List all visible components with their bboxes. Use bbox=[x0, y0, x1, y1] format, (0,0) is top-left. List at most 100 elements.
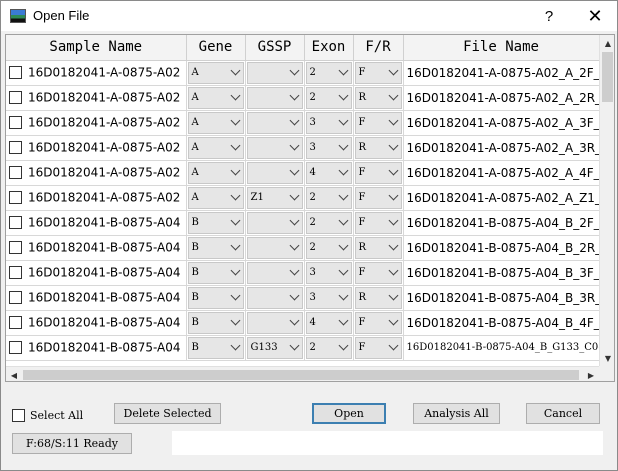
gssp-dropdown[interactable] bbox=[246, 261, 303, 284]
chevron-down-icon[interactable] bbox=[388, 265, 398, 275]
row-select-checkbox[interactable] bbox=[9, 291, 22, 305]
row-select-checkbox[interactable] bbox=[9, 116, 22, 130]
chevron-down-icon[interactable] bbox=[388, 340, 398, 350]
exon-dropdown[interactable]: 2 bbox=[305, 61, 352, 84]
status-button[interactable]: F:68/S:11 Ready bbox=[12, 433, 132, 454]
table-row[interactable]: 16D0182041-A-0875-A02 A 3 F 16D0182041-A-087… bbox=[6, 110, 600, 136]
chevron-down-icon[interactable] bbox=[230, 115, 240, 125]
file-name-cell[interactable]: 16D0182041-B-0875-A04_B_G133_C08 bbox=[403, 335, 600, 361]
scroll-right-icon[interactable]: ▶ bbox=[583, 367, 599, 381]
row-select-checkbox[interactable] bbox=[9, 216, 22, 230]
chevron-down-icon[interactable] bbox=[338, 165, 348, 175]
analysis-all-button[interactable]: Analysis All bbox=[413, 403, 500, 424]
chevron-down-icon[interactable] bbox=[289, 165, 299, 175]
file-name-cell[interactable]: 16D0182041-B-0875-A04_B_2F_A bbox=[403, 210, 600, 236]
chevron-down-icon[interactable] bbox=[338, 290, 348, 300]
table-row[interactable]: 16D0182041-A-0875-A02 A 2 F 16D0182041-A-087… bbox=[6, 60, 600, 86]
gene-dropdown[interactable]: A bbox=[187, 186, 244, 209]
chevron-down-icon[interactable] bbox=[289, 90, 299, 100]
exon-dropdown[interactable]: 3 bbox=[305, 261, 352, 284]
chevron-down-icon[interactable] bbox=[289, 265, 299, 275]
exon-dropdown[interactable]: 4 bbox=[305, 161, 352, 184]
column-header-fr[interactable]: F/R bbox=[353, 35, 404, 61]
gssp-dropdown[interactable] bbox=[246, 61, 303, 84]
table-row[interactable]: 16D0182041-B-0875-A04 B G133 2 F 16D0182041-B… bbox=[6, 335, 600, 361]
exon-dropdown[interactable]: 2 bbox=[305, 236, 352, 259]
file-name-cell[interactable]: 16D0182041-B-0875-A04_B_3R_A bbox=[403, 285, 600, 311]
gssp-dropdown[interactable] bbox=[246, 311, 303, 334]
fr-dropdown[interactable]: F bbox=[354, 161, 402, 184]
gene-dropdown[interactable]: A bbox=[187, 161, 244, 184]
fr-dropdown[interactable]: F bbox=[354, 261, 402, 284]
chevron-down-icon[interactable] bbox=[230, 65, 240, 75]
chevron-down-icon[interactable] bbox=[388, 90, 398, 100]
gene-dropdown[interactable]: B bbox=[187, 211, 244, 234]
chevron-down-icon[interactable] bbox=[230, 315, 240, 325]
chevron-down-icon[interactable] bbox=[289, 315, 299, 325]
chevron-down-icon[interactable] bbox=[388, 165, 398, 175]
scroll-down-icon[interactable]: ▼ bbox=[600, 350, 614, 366]
gene-dropdown[interactable]: B bbox=[187, 261, 244, 284]
gene-dropdown[interactable]: A bbox=[187, 136, 244, 159]
delete-selected-button[interactable]: Delete Selected bbox=[114, 403, 221, 424]
gssp-dropdown[interactable] bbox=[246, 211, 303, 234]
vertical-scroll-thumb[interactable] bbox=[602, 52, 613, 102]
file-name-cell[interactable]: 16D0182041-B-0875-A04_B_2R_A bbox=[403, 235, 600, 261]
gene-dropdown[interactable]: A bbox=[187, 86, 244, 109]
help-button[interactable]: ? bbox=[529, 1, 569, 31]
fr-dropdown[interactable]: F bbox=[354, 311, 402, 334]
row-select-checkbox[interactable] bbox=[9, 341, 22, 355]
chevron-down-icon[interactable] bbox=[338, 115, 348, 125]
gssp-dropdown[interactable] bbox=[246, 86, 303, 109]
gssp-dropdown[interactable] bbox=[246, 136, 303, 159]
chevron-down-icon[interactable] bbox=[338, 215, 348, 225]
row-select-checkbox[interactable] bbox=[9, 166, 22, 180]
row-select-checkbox[interactable] bbox=[9, 91, 22, 105]
table-row[interactable]: 16D0182041-A-0875-A02 A 3 R 16D0182041-A-087… bbox=[6, 135, 600, 161]
horizontal-scroll-thumb[interactable] bbox=[23, 370, 579, 380]
table-row[interactable]: 16D0182041-A-0875-A02 A 4 F 16D0182041-A-087… bbox=[6, 160, 600, 186]
column-header-sample-name[interactable]: Sample Name bbox=[6, 35, 187, 61]
row-select-checkbox[interactable] bbox=[9, 241, 22, 255]
scroll-up-icon[interactable]: ▲ bbox=[600, 35, 614, 51]
fr-dropdown[interactable]: F bbox=[354, 336, 402, 359]
exon-dropdown[interactable]: 3 bbox=[305, 111, 352, 134]
file-name-cell[interactable]: 16D0182041-A-0875-A02_A_2R_A bbox=[403, 85, 600, 111]
exon-dropdown[interactable]: 2 bbox=[305, 211, 352, 234]
chevron-down-icon[interactable] bbox=[230, 215, 240, 225]
exon-dropdown[interactable]: 2 bbox=[305, 336, 352, 359]
chevron-down-icon[interactable] bbox=[338, 240, 348, 250]
scroll-left-icon[interactable]: ◀ bbox=[6, 367, 22, 381]
gssp-dropdown[interactable] bbox=[246, 161, 303, 184]
column-header-gssp[interactable]: GSSP bbox=[245, 35, 305, 61]
chevron-down-icon[interactable] bbox=[230, 140, 240, 150]
exon-dropdown[interactable]: 3 bbox=[305, 136, 352, 159]
table-row[interactable]: 16D0182041-B-0875-A04 B 2 F 16D0182041-B-087… bbox=[6, 210, 600, 236]
row-select-checkbox[interactable] bbox=[9, 266, 22, 280]
chevron-down-icon[interactable] bbox=[388, 65, 398, 75]
select-all-checkbox[interactable]: Select All bbox=[12, 407, 83, 423]
chevron-down-icon[interactable] bbox=[230, 265, 240, 275]
chevron-down-icon[interactable] bbox=[388, 315, 398, 325]
vertical-scrollbar[interactable]: ▲ ▼ bbox=[599, 35, 614, 366]
chevron-down-icon[interactable] bbox=[230, 240, 240, 250]
table-row[interactable]: 16D0182041-A-0875-A02 A 2 R 16D0182041-A-087… bbox=[6, 85, 600, 111]
chevron-down-icon[interactable] bbox=[388, 140, 398, 150]
file-name-cell[interactable]: 16D0182041-A-0875-A02_A_3R_A bbox=[403, 135, 600, 161]
gssp-dropdown[interactable] bbox=[246, 286, 303, 309]
gene-dropdown[interactable]: B bbox=[187, 286, 244, 309]
chevron-down-icon[interactable] bbox=[338, 340, 348, 350]
gssp-dropdown[interactable]: G133 bbox=[246, 336, 303, 359]
chevron-down-icon[interactable] bbox=[289, 240, 299, 250]
gene-dropdown[interactable]: A bbox=[187, 61, 244, 84]
chevron-down-icon[interactable] bbox=[230, 90, 240, 100]
table-row[interactable]: 16D0182041-B-0875-A04 B 4 F 16D0182041-B-087… bbox=[6, 310, 600, 336]
chevron-down-icon[interactable] bbox=[338, 140, 348, 150]
table-row[interactable]: 16D0182041-B-0875-A04 B 3 F 16D0182041-B-087… bbox=[6, 260, 600, 286]
select-all-box[interactable] bbox=[12, 408, 25, 422]
exon-dropdown[interactable]: 2 bbox=[305, 186, 352, 209]
row-select-checkbox[interactable] bbox=[9, 66, 22, 80]
chevron-down-icon[interactable] bbox=[338, 90, 348, 100]
open-button[interactable]: Open bbox=[312, 403, 386, 424]
chevron-down-icon[interactable] bbox=[289, 140, 299, 150]
